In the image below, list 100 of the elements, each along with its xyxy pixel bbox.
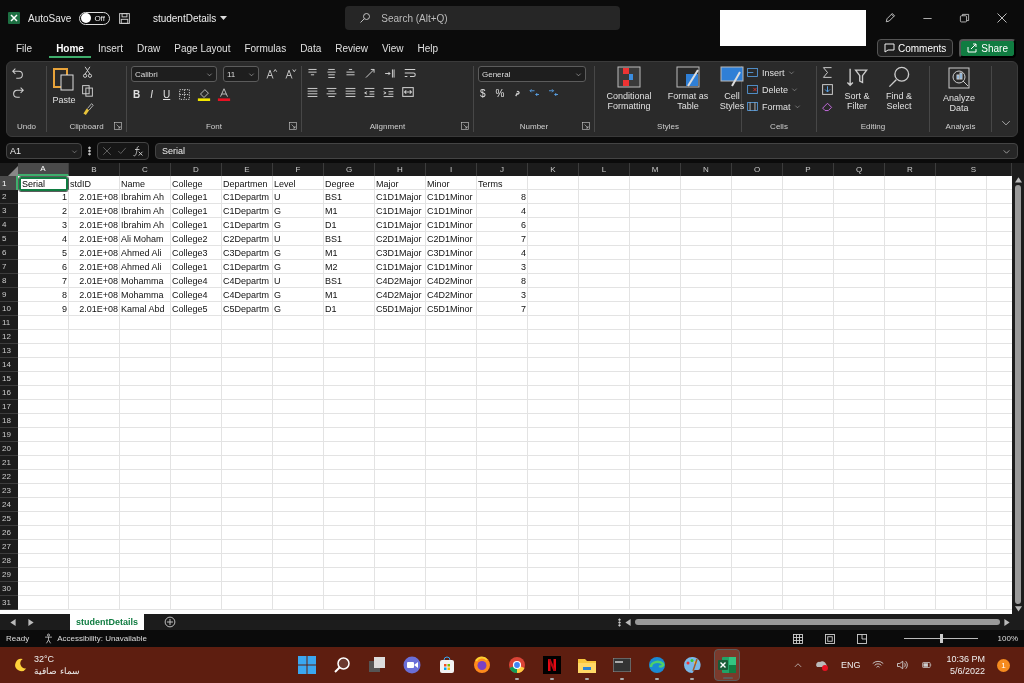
- horizontal-scrollbar[interactable]: [635, 619, 1000, 625]
- conditional-formatting-button[interactable]: Conditional Formatting: [599, 66, 659, 112]
- dialog-launcher-icon[interactable]: [582, 122, 590, 130]
- row-header[interactable]: 29: [0, 568, 18, 582]
- row-header[interactable]: 12: [0, 330, 18, 344]
- row-header[interactable]: 23: [0, 484, 18, 498]
- pen-icon[interactable]: [884, 12, 896, 24]
- format-painter-icon[interactable]: [81, 102, 94, 115]
- ribbon-tab[interactable]: Formulas: [237, 38, 294, 58]
- increase-decimal-icon[interactable]: [528, 87, 542, 99]
- cut-icon[interactable]: [81, 66, 94, 79]
- sheet-tab[interactable]: studentDetails: [70, 614, 144, 630]
- column-header[interactable]: F: [273, 163, 324, 176]
- search-icon[interactable]: [333, 656, 351, 674]
- show-hidden-icons-icon[interactable]: [792, 660, 803, 670]
- undo-icon[interactable]: [11, 66, 25, 80]
- clock-time[interactable]: 10:36 PM: [946, 654, 985, 664]
- column-header[interactable]: R: [885, 163, 936, 176]
- zoom-slider-thumb[interactable]: [939, 634, 943, 643]
- borders-icon[interactable]: [178, 87, 192, 101]
- column-header[interactable]: G: [324, 163, 375, 176]
- redo-icon[interactable]: [11, 85, 25, 99]
- dialog-launcher-icon[interactable]: [114, 122, 122, 130]
- fill-color-icon[interactable]: [197, 87, 212, 101]
- ribbon-tab[interactable]: File: [16, 38, 40, 58]
- row-header[interactable]: 9: [0, 288, 18, 302]
- sort-filter-button[interactable]: Sort & Filter: [838, 66, 876, 112]
- page-layout-icon[interactable]: [823, 632, 836, 645]
- dialog-launcher-icon[interactable]: [289, 122, 297, 130]
- ribbon-tab[interactable]: Help: [410, 38, 446, 58]
- format-as-table-button[interactable]: Format as Table: [665, 66, 711, 112]
- column-header[interactable]: M: [630, 163, 681, 176]
- enter-icon[interactable]: [117, 146, 127, 156]
- column-header[interactable]: C: [120, 163, 171, 176]
- row-header[interactable]: 21: [0, 456, 18, 470]
- video-chat-icon[interactable]: [403, 656, 421, 674]
- row-header[interactable]: 4: [0, 218, 18, 232]
- insert-function-icon[interactable]: [132, 145, 144, 157]
- wrap-text-icon[interactable]: [403, 66, 417, 80]
- decrease-decimal-icon[interactable]: [547, 87, 561, 99]
- normal-view-icon[interactable]: [791, 632, 804, 645]
- ribbon-tab[interactable]: Data: [293, 38, 329, 58]
- column-header[interactable]: N: [681, 163, 732, 176]
- bold-button[interactable]: B: [131, 88, 143, 100]
- row-header[interactable]: 15: [0, 372, 18, 386]
- column-header[interactable]: E: [222, 163, 273, 176]
- paste-button[interactable]: Paste: [51, 66, 77, 106]
- row-header[interactable]: 7: [0, 260, 18, 274]
- merge-center-icon[interactable]: [401, 85, 415, 99]
- row-header[interactable]: 14: [0, 358, 18, 372]
- next-sheet-icon[interactable]: [28, 618, 34, 626]
- start-icon[interactable]: [298, 656, 316, 674]
- scroll-up-icon[interactable]: [1014, 177, 1022, 183]
- paint-palette-icon[interactable]: [683, 656, 701, 674]
- caret-icon[interactable]: [220, 15, 228, 21]
- cell-styles-button[interactable]: Cell Styles: [717, 66, 747, 112]
- italic-button[interactable]: I: [148, 88, 155, 100]
- scroll-left-icon[interactable]: [625, 618, 631, 626]
- row-header[interactable]: 13: [0, 344, 18, 358]
- ribbon-tab[interactable]: Insert: [90, 38, 130, 58]
- font-size-dropdown[interactable]: 11: [223, 66, 259, 82]
- autosum-icon[interactable]: [821, 66, 834, 79]
- share-button[interactable]: Share: [959, 38, 1016, 58]
- formula-field[interactable]: Serial: [162, 146, 185, 156]
- column-header[interactable]: B: [69, 163, 120, 176]
- ribbon-tab[interactable]: Review: [328, 38, 376, 58]
- row-header[interactable]: 5: [0, 232, 18, 246]
- column-header[interactable]: A: [18, 163, 69, 176]
- orientation-icon[interactable]: [363, 66, 377, 80]
- spreadsheet-app-icon[interactable]: [718, 656, 736, 674]
- clear-icon[interactable]: [821, 100, 834, 113]
- row-header[interactable]: 6: [0, 246, 18, 260]
- name-box[interactable]: A1: [6, 143, 82, 159]
- row-header[interactable]: 16: [0, 386, 18, 400]
- row-header[interactable]: 30: [0, 582, 18, 596]
- file-name[interactable]: studentDetails: [152, 12, 217, 24]
- row-header[interactable]: 8: [0, 274, 18, 288]
- decrease-indent-icon[interactable]: [363, 85, 376, 99]
- ribbon-tab[interactable]: Draw: [129, 38, 168, 58]
- align-right-icon[interactable]: [344, 85, 357, 99]
- restore-icon[interactable]: [959, 12, 970, 24]
- more-options-icon[interactable]: [618, 617, 621, 627]
- add-sheet-icon[interactable]: [164, 616, 176, 628]
- font-name-dropdown[interactable]: Calibri: [131, 66, 217, 82]
- increase-indent-icon[interactable]: [382, 85, 395, 99]
- dialog-launcher-icon[interactable]: [461, 122, 469, 130]
- browser-icon[interactable]: [648, 656, 666, 674]
- row-header[interactable]: 18: [0, 414, 18, 428]
- page-break-preview-icon[interactable]: [855, 632, 868, 645]
- column-header[interactable]: I: [426, 163, 477, 176]
- store-icon[interactable]: [438, 656, 456, 674]
- column-header[interactable]: P: [783, 163, 834, 176]
- folder-icon[interactable]: [578, 657, 596, 673]
- column-header[interactable]: O: [732, 163, 783, 176]
- ribbon-tab[interactable]: View: [375, 38, 411, 58]
- row-header[interactable]: 27: [0, 540, 18, 554]
- search-field[interactable]: Search (Alt+Q): [345, 6, 621, 30]
- browser-icon[interactable]: [508, 656, 526, 674]
- more-options-icon[interactable]: [88, 146, 91, 156]
- copy-icon[interactable]: [81, 84, 94, 97]
